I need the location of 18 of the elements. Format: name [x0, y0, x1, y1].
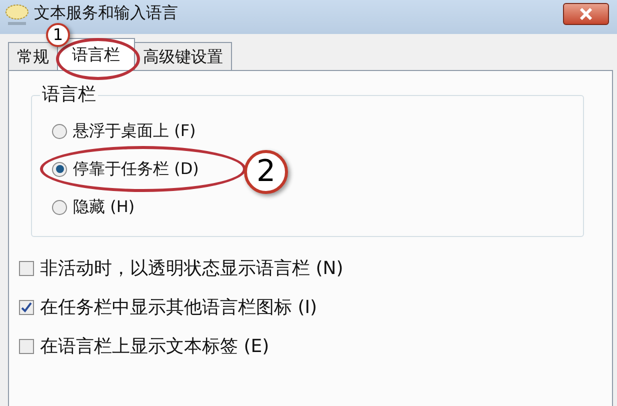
tab[interactable]: 高级键设置: [134, 42, 232, 70]
radio-label: 停靠于任务栏 (D): [73, 158, 199, 180]
step-number-badge: 2: [244, 150, 288, 194]
radio-button[interactable]: [52, 200, 67, 214]
checkbox[interactable]: [19, 261, 34, 276]
checkbox[interactable]: [19, 339, 34, 354]
checkbox-label: 在语言栏上显示文本标签 (E): [40, 335, 270, 359]
radio-label: 悬浮于桌面上 (F): [73, 120, 196, 142]
checkbox-label: 非活动时，以透明状态显示语言栏 (N): [40, 257, 344, 281]
radio-label: 隐藏 (H): [73, 196, 135, 218]
window-title: 文本服务和输入语言: [34, 3, 178, 23]
radio-button[interactable]: [52, 124, 67, 138]
checkbox-label: 在任务栏中显示其他语言栏图标 (I): [40, 296, 318, 320]
checkbox[interactable]: [19, 300, 34, 315]
tab[interactable]: 常规: [8, 42, 58, 70]
close-button[interactable]: [563, 3, 609, 25]
close-icon: [579, 8, 593, 20]
radio-button[interactable]: [52, 162, 67, 176]
